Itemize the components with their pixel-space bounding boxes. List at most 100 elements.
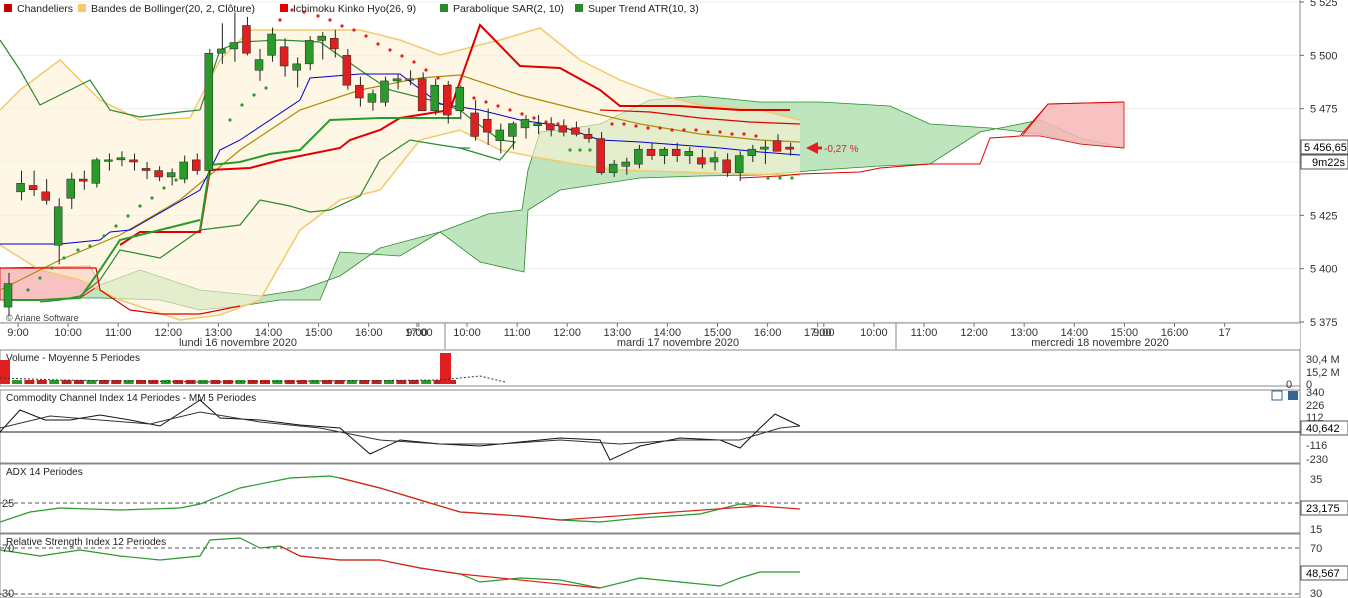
candle-body (455, 87, 465, 112)
sar-dot (706, 130, 710, 134)
sar-dot (766, 176, 770, 180)
candle-body (545, 123, 555, 131)
volume-tick: 30,4 M (1306, 354, 1340, 366)
sar-dot (742, 132, 746, 136)
candle-body (558, 125, 568, 133)
sar-dot (400, 54, 404, 58)
x-tick-label: 12:00 (553, 327, 581, 339)
sar-dot (138, 204, 142, 208)
sar-dot (162, 186, 166, 190)
candle-body (204, 52, 214, 171)
candle-body (405, 78, 414, 81)
candle-body (747, 148, 757, 156)
y-tick-label: 5 500 (1310, 50, 1338, 62)
adx-title: ADX 14 Periodes (6, 467, 83, 478)
candle-body (16, 183, 25, 193)
sar-dot (388, 48, 392, 52)
sar-dot (114, 224, 118, 228)
time-axis: 9:00 10:00 11:00 12:00 13:00 14:00 15:00 16:00 1… (0, 322, 1300, 349)
x-tick-label: 9:00 (7, 327, 28, 339)
sar-dot (682, 128, 686, 132)
date-label: mercredi 18 novembre 2020 (1031, 337, 1169, 349)
date-label: mardi 17 novembre 2020 (617, 337, 739, 349)
sar-dot (484, 100, 488, 104)
candle-body (684, 151, 694, 156)
x-tick-label: 11:00 (911, 327, 938, 339)
sar-dot (76, 248, 80, 252)
volume-bar (297, 380, 308, 384)
y-tick-label: 5 475 (1310, 104, 1338, 116)
x-tick-label: 12:00 (960, 327, 988, 339)
stock-chart[interactable]: 5 5255 5005 4755 4505 4255 4005 3755 456… (0, 0, 1348, 598)
sar-dot (532, 116, 536, 120)
sar-dot (278, 18, 282, 22)
volume-bar (272, 380, 283, 384)
sar-dot (622, 122, 626, 126)
rsi-title: Relative Strength Index 12 Periodes (6, 537, 166, 548)
legend-swatch (78, 4, 86, 12)
candle-body (91, 159, 101, 184)
sar-dot (646, 126, 650, 130)
rsi-left-tick: 70 (2, 543, 14, 555)
candle-body (116, 157, 126, 161)
cci-tick: 340 (1306, 387, 1324, 399)
candle-body (166, 172, 176, 178)
legend: Chandeliers Bandes de Bollinger(20, 2, Cl… (4, 3, 699, 15)
rsi-panel-bg (0, 533, 1301, 598)
volume-bar (198, 380, 208, 384)
volume-bar (284, 380, 295, 384)
sar-dot (544, 120, 548, 124)
x-tick-label: 10:00 (453, 327, 481, 339)
candle-body (392, 78, 402, 82)
x-tick-label: 17 (1218, 327, 1230, 339)
candle-body (709, 157, 719, 163)
sar-dot (496, 104, 500, 108)
candle-body (634, 148, 643, 165)
sar-dot (778, 176, 782, 180)
volume-bar (421, 380, 432, 384)
close-icon (1288, 391, 1298, 400)
x-tick-label: 9:00 (406, 327, 427, 339)
x-tick-label: 11:00 (105, 327, 132, 339)
sar-dot (610, 122, 614, 126)
candle-body (342, 55, 352, 86)
candle-body (697, 157, 706, 165)
volume-bar (61, 380, 72, 384)
volume-bar (74, 380, 84, 384)
volume-bar (12, 380, 22, 384)
volume-bar (334, 380, 345, 384)
x-tick-label: 12:00 (155, 327, 183, 339)
candle-body (583, 134, 593, 139)
legend-swatch (280, 4, 288, 12)
adx-panel-bg (0, 463, 1301, 534)
volume-bar (309, 380, 320, 384)
sar-dot (252, 93, 256, 97)
legend-label: Ichimoku Kinko Hyo(26, 9) (293, 3, 416, 15)
candle-body (41, 191, 50, 201)
candle-body (267, 33, 276, 56)
volume-bar (136, 380, 146, 384)
candle-body (533, 123, 542, 126)
candle-body (417, 78, 427, 112)
candle-body (355, 84, 364, 99)
candle-body (430, 84, 439, 112)
candle-body (520, 119, 530, 129)
candle-body (53, 206, 63, 246)
volume-tick: 15,2 M (1306, 367, 1340, 379)
cci-current: 40,642 (1306, 423, 1340, 435)
adx-left-tick: 25 (2, 498, 14, 510)
sar-dot (670, 128, 674, 132)
candle-body (772, 140, 782, 152)
candle-body (482, 119, 492, 133)
candle-body (292, 63, 301, 71)
candle-body (3, 283, 13, 308)
candle-body (154, 170, 163, 178)
volume-bar (86, 380, 97, 384)
sar-dot (26, 288, 30, 292)
candle-body (279, 46, 289, 67)
minimize-icon (1271, 390, 1283, 401)
sar-dot (412, 60, 416, 64)
candle-body (722, 159, 731, 173)
candle-body (785, 146, 794, 150)
y-tick-label: 5 375 (1310, 317, 1338, 329)
